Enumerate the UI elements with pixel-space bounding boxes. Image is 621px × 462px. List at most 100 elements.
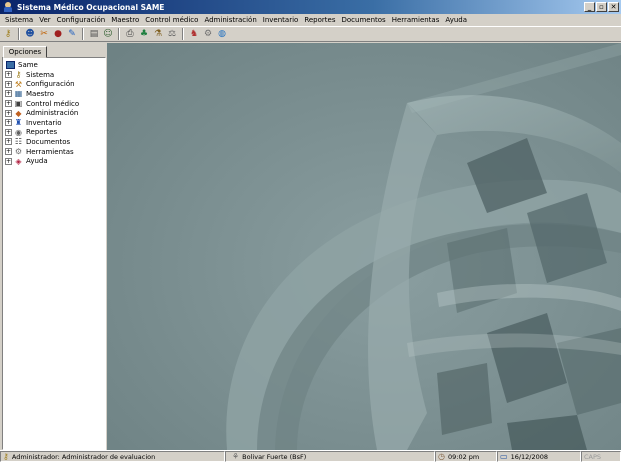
tab-opciones[interactable]: Opciones (3, 46, 47, 58)
menu-configuracion[interactable]: Configuración (54, 16, 109, 24)
tree-item-sistema[interactable]: + ⚷ Sistema (4, 70, 104, 80)
admin-icon: ◆ (15, 108, 22, 118)
users-icon[interactable]: ☻ (24, 28, 36, 40)
key-icon[interactable]: ⚷ (2, 28, 14, 40)
expand-icon[interactable]: + (5, 90, 12, 98)
expand-icon[interactable]: + (5, 71, 12, 79)
tree-item-administracion[interactable]: + ◆ Administración (4, 108, 104, 118)
medical-icon: ▣ (14, 99, 23, 109)
toolbar-separator (18, 28, 20, 40)
expand-icon[interactable]: + (5, 109, 12, 117)
tree-item-label: Administración (26, 109, 79, 118)
tree-item-label: Maestro (26, 89, 55, 98)
menu-inventario[interactable]: Inventario (260, 16, 302, 24)
flasks-icon[interactable]: ⚗ (152, 28, 164, 40)
scale-icon[interactable]: ⚖ (166, 28, 178, 40)
menu-sistema[interactable]: Sistema (2, 16, 36, 24)
report-icon[interactable]: ▤ (88, 28, 100, 40)
tree-item-label: Herramientas (26, 147, 74, 156)
status-currency-text: Bolivar Fuerte (BsF) (242, 452, 307, 461)
tree-item-configuracion[interactable]: + ⚒ Configuración (4, 80, 104, 90)
tree-root[interactable]: Same (4, 60, 104, 70)
tree-item-documentos[interactable]: + ☷ Documentos (4, 137, 104, 147)
menu-herramientas[interactable]: Herramientas (389, 16, 443, 24)
documents-icon: ☷ (14, 137, 23, 147)
menu-administracion[interactable]: Administración (201, 16, 259, 24)
status-caps: CAPS (581, 451, 621, 462)
status-user-text: Administrador: Administrador de evaluaci… (11, 452, 156, 461)
expand-icon[interactable]: + (5, 157, 12, 165)
tree-root-label: Same (18, 61, 38, 69)
toolbar-separator (82, 28, 84, 40)
close-button[interactable]: ✕ (608, 2, 619, 12)
tree-item-label: Control médico (26, 99, 80, 108)
window-controls: _ ▫ ✕ (584, 2, 619, 12)
background-artwork (107, 43, 621, 450)
expand-icon[interactable]: + (5, 119, 12, 127)
gear-wrench-icon[interactable]: ⚙ (202, 28, 214, 40)
tree-item-label: Ayuda (26, 157, 48, 166)
tree-item-label: Reportes (26, 128, 58, 137)
status-currency: ⚘ Bolivar Fuerte (BsF) (225, 451, 435, 462)
currency-icon: ⚘ (232, 451, 240, 461)
tools-icon: ⚙ (14, 147, 23, 157)
menu-documentos[interactable]: Documentos (338, 16, 388, 24)
mdi-workspace (107, 43, 621, 450)
tree-item-ayuda[interactable]: + ◈ Ayuda (4, 156, 104, 166)
app-icon (3, 2, 13, 12)
status-date-text: 16/12/2008 (510, 452, 549, 461)
key-icon: ⚷ (15, 70, 22, 80)
toolbar-separator (182, 28, 184, 40)
reports-icon: ◉ (15, 127, 22, 137)
status-user: ⚷ Administrador: Administrador de evalua… (0, 451, 225, 462)
tree-item-label: Documentos (26, 137, 71, 146)
tree-item-label: Inventario (26, 118, 62, 127)
toolbar: ⚷ ☻ ✂ ● ✎ ▤ ☺ ⎙ ♣ ⚗ ⚖ ♞ ⚙ ◍ (0, 26, 621, 42)
printer-icon[interactable]: ⎙ (124, 28, 136, 40)
calendar-icon: ▭ (500, 451, 508, 461)
maximize-button[interactable]: ▫ (596, 2, 607, 12)
computer-icon (6, 61, 15, 69)
tree-item-label: Sistema (26, 70, 55, 79)
menu-maestro[interactable]: Maestro (108, 16, 142, 24)
menu-ver[interactable]: Ver (36, 16, 53, 24)
tree-item-label: Configuración (26, 80, 75, 89)
expand-icon[interactable]: + (5, 138, 12, 146)
settings-icon: ⚒ (14, 79, 23, 89)
clock-icon: ◷ (438, 451, 445, 461)
expand-icon[interactable]: + (5, 100, 12, 108)
user-key-icon: ⚷ (3, 451, 9, 461)
status-time-text: 09:02 pm (447, 452, 480, 461)
menu-bar: Sistema Ver Configuración Maestro Contro… (0, 14, 621, 26)
group-icon[interactable]: ♞ (188, 28, 200, 40)
title-bar: Sistema Médico Ocupacional SAME _ ▫ ✕ (0, 0, 621, 14)
menu-ayuda[interactable]: Ayuda (442, 16, 470, 24)
status-date: ▭ 16/12/2008 (497, 451, 581, 462)
minimize-button[interactable]: _ (584, 2, 595, 12)
menu-control-medico[interactable]: Control médico (142, 16, 201, 24)
inventory-icon: ♜ (14, 118, 23, 128)
expand-icon[interactable]: + (5, 128, 12, 136)
tree-item-inventario[interactable]: + ♜ Inventario (4, 118, 104, 128)
menu-reportes[interactable]: Reportes (301, 16, 338, 24)
expand-icon[interactable]: + (5, 80, 12, 88)
help-icon: ◈ (15, 156, 22, 166)
master-icon: ▦ (14, 89, 23, 99)
tools-icon[interactable]: ✂ (38, 28, 50, 40)
status-bar: ⚷ Administrador: Administrador de evalua… (0, 450, 621, 462)
options-tree[interactable]: Same + ⚷ Sistema + ⚒ Configuración + ▦ M… (2, 57, 106, 450)
toolbar-separator (118, 28, 120, 40)
people-icon[interactable]: ☺ (102, 28, 114, 40)
notebook-icon[interactable]: ✎ (66, 28, 78, 40)
options-panel: Opciones Same + ⚷ Sistema + ⚒ Configurac… (0, 43, 107, 450)
lab-icon[interactable]: ♣ (138, 28, 150, 40)
expand-icon[interactable]: + (5, 148, 12, 156)
window-title: Sistema Médico Ocupacional SAME (17, 2, 165, 12)
tree-item-control-medico[interactable]: + ▣ Control médico (4, 99, 104, 109)
globe-icon[interactable]: ◍ (216, 28, 228, 40)
tree-item-herramientas[interactable]: + ⚙ Herramientas (4, 147, 104, 157)
tree-item-reportes[interactable]: + ◉ Reportes (4, 128, 104, 138)
tree-item-maestro[interactable]: + ▦ Maestro (4, 89, 104, 99)
stamp-icon[interactable]: ● (52, 28, 64, 40)
status-time: ◷ 09:02 pm (435, 451, 497, 462)
